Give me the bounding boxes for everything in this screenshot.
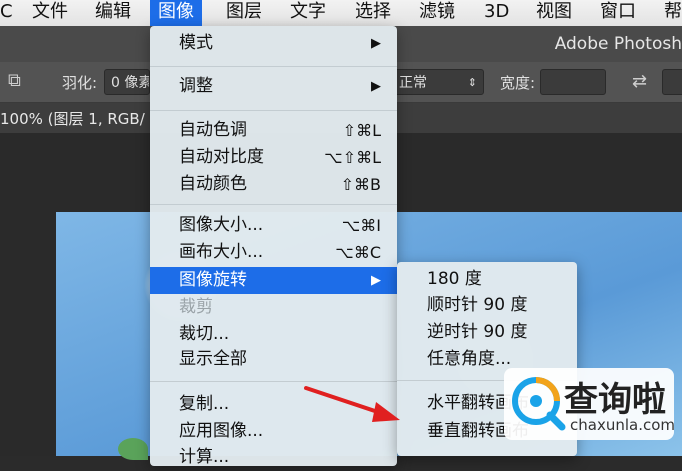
- menu-item-auto-tone[interactable]: 自动色调 ⇧⌘L: [150, 117, 397, 144]
- menu-separator: [150, 110, 397, 111]
- menu-item-image-rotation[interactable]: 图像旋转 ▶: [150, 267, 397, 294]
- menubar-item-filter[interactable]: 滤镜: [419, 0, 455, 26]
- style-select[interactable]: 正常 ⇕: [392, 69, 484, 95]
- watermark-url: chaxunla.com: [570, 416, 675, 434]
- menu-item-adjustments[interactable]: 调整 ▶: [150, 73, 397, 100]
- menu-item-reveal-all[interactable]: 显示全部: [150, 346, 397, 373]
- menubar-item-view[interactable]: 视图: [536, 0, 572, 26]
- height-input[interactable]: [662, 69, 682, 95]
- red-arrow-icon: [304, 386, 400, 422]
- watermark: 查询啦 chaxunla.com: [504, 368, 675, 440]
- menu-item-label: 自动颜色: [179, 174, 247, 194]
- menu-separator: [150, 66, 397, 67]
- menu-item-label: 裁切...: [179, 324, 230, 344]
- select-arrows-icon: ⇕: [467, 76, 477, 89]
- menubar-item-file[interactable]: 文件: [32, 0, 68, 26]
- menu-item-label: 自动色调: [179, 120, 247, 140]
- menu-item-crop: 裁剪: [150, 294, 397, 321]
- menubar-item-app[interactable]: C: [0, 0, 13, 26]
- canvas-leaf-detail: [118, 438, 148, 460]
- menubar-item-image[interactable]: 图像: [150, 0, 202, 26]
- submenu-item-label: 任意角度...: [427, 349, 512, 369]
- menu-item-canvas-size[interactable]: 画布大小... ⌥⌘C: [150, 239, 397, 266]
- style-select-value: 正常: [399, 75, 427, 91]
- width-input[interactable]: [540, 69, 606, 95]
- submenu-item-label: 逆时针 90 度: [427, 322, 528, 342]
- menu-item-label: 调整: [179, 76, 213, 96]
- menu-item-auto-color[interactable]: 自动颜色 ⇧⌘B: [150, 171, 397, 198]
- menubar-item-layer[interactable]: 图层: [226, 0, 262, 26]
- menubar-item-type[interactable]: 文字: [290, 0, 326, 26]
- feather-label: 羽化:: [62, 74, 98, 92]
- menu-item-trim[interactable]: 裁切...: [150, 321, 397, 348]
- menu-item-shortcut: ⌥⌘I: [341, 216, 381, 235]
- app-title: Adobe Photosh: [554, 34, 682, 54]
- document-tab[interactable]: 100% (图层 1, RGB/: [0, 108, 145, 129]
- watermark-text: 查询啦: [564, 380, 666, 420]
- submenu-arrow-icon: ▶: [371, 79, 381, 94]
- menu-item-label: 复制...: [179, 394, 230, 414]
- menu-item-label: 显示全部: [179, 349, 247, 369]
- swap-icon[interactable]: ⇄: [632, 71, 647, 92]
- submenu-item-label: 顺时针 90 度: [427, 295, 528, 315]
- menu-item-shortcut: ⌥⌘C: [335, 243, 381, 262]
- search-logo-icon: [512, 377, 566, 431]
- menu-item-mode[interactable]: 模式 ▶: [150, 30, 397, 57]
- menubar-item-help[interactable]: 帮: [664, 0, 682, 26]
- width-label: 宽度:: [500, 74, 536, 92]
- menu-item-auto-contrast[interactable]: 自动对比度 ⌥⇧⌘L: [150, 144, 397, 171]
- submenu-item-label: 180 度: [427, 269, 482, 289]
- submenu-item-rotate-90-ccw[interactable]: 逆时针 90 度: [397, 319, 577, 346]
- menu-item-calculations[interactable]: 计算...: [150, 444, 397, 471]
- menu-item-label: 自动对比度: [179, 147, 264, 167]
- menubar-item-edit[interactable]: 编辑: [95, 0, 131, 26]
- menubar-item-window[interactable]: 窗口: [600, 0, 636, 26]
- menu-item-image-size[interactable]: 图像大小... ⌥⌘I: [150, 212, 397, 239]
- submenu-arrow-icon: ▶: [371, 36, 381, 51]
- menu-item-label: 应用图像...: [179, 421, 264, 441]
- menubar-item-select[interactable]: 选择: [355, 0, 391, 26]
- marquee-options-icon[interactable]: ⧉: [8, 70, 21, 91]
- submenu-item-rotate-90-cw[interactable]: 顺时针 90 度: [397, 292, 577, 319]
- feather-input[interactable]: 0 像素: [104, 69, 150, 95]
- menu-item-label: 模式: [179, 33, 213, 53]
- menu-item-label: 裁剪: [179, 297, 213, 317]
- menu-item-label: 计算...: [179, 447, 230, 467]
- menubar: C 文件 编辑 图像 图层 文字 选择 滤镜 3D 视图 窗口 帮: [0, 0, 682, 27]
- menu-item-label: 图像大小...: [179, 215, 264, 235]
- menu-separator: [150, 204, 397, 205]
- menu-item-label: 图像旋转: [179, 270, 247, 290]
- menu-item-shortcut: ⌥⇧⌘L: [324, 148, 381, 167]
- menubar-item-3d[interactable]: 3D: [484, 0, 509, 26]
- submenu-arrow-icon: ▶: [371, 273, 381, 288]
- submenu-item-rotate-180[interactable]: 180 度: [397, 266, 577, 293]
- menu-item-shortcut: ⇧⌘B: [340, 175, 381, 194]
- menu-item-label: 画布大小...: [179, 242, 264, 262]
- menu-item-shortcut: ⇧⌘L: [342, 121, 381, 140]
